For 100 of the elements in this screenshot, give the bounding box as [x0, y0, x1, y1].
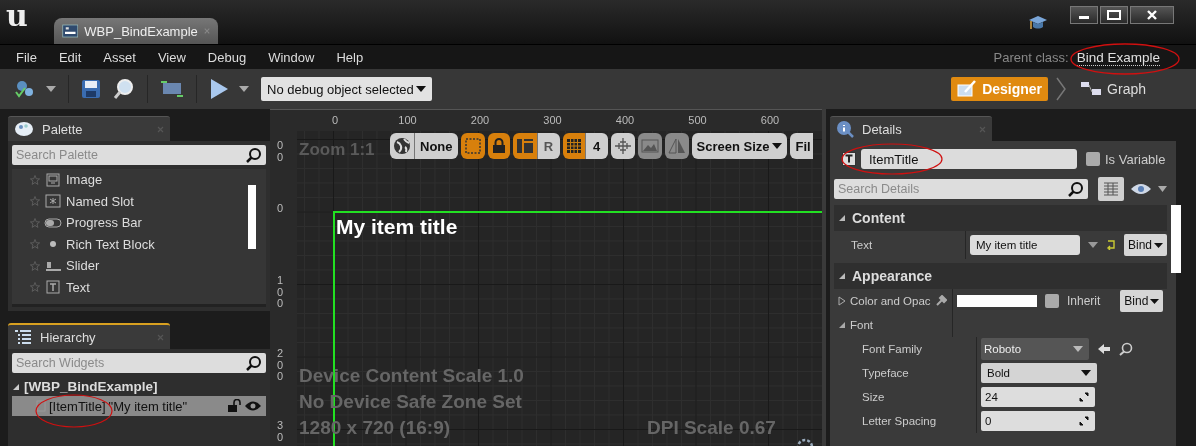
palette-item[interactable]: Slider — [30, 255, 248, 277]
palette-item[interactable]: Image — [30, 169, 248, 191]
star-icon[interactable] — [30, 217, 40, 228]
view-options-button[interactable] — [1098, 177, 1124, 201]
menu-item[interactable]: Help — [336, 49, 364, 65]
close-icon — [1146, 9, 1158, 21]
grid-size-dropdown[interactable]: 4 — [585, 133, 608, 159]
menu-item[interactable]: Debug — [207, 49, 247, 65]
star-icon[interactable] — [30, 196, 40, 207]
search-icon[interactable] — [1119, 342, 1133, 356]
name-field[interactable]: ItemTitle — [861, 149, 1077, 169]
menu-item[interactable]: Edit — [58, 49, 82, 65]
expand-arrow-icon[interactable] — [838, 296, 846, 306]
scrollbar-thumb[interactable] — [248, 185, 256, 249]
widget-text: "My item title" — [108, 398, 188, 414]
outline-toggle[interactable] — [460, 133, 485, 159]
graph-icon — [1080, 81, 1103, 97]
scrollbar-thumb[interactable] — [1171, 205, 1182, 273]
search-field[interactable]: Search Widgets — [12, 353, 266, 373]
palette-tab[interactable]: Palette — [8, 116, 170, 141]
star-icon[interactable] — [30, 260, 40, 271]
menu-item[interactable]: Asset — [103, 49, 136, 65]
expand-arrow-icon[interactable] — [838, 214, 846, 222]
expand-arrow-icon[interactable] — [838, 320, 846, 330]
settings-icon[interactable] — [795, 437, 815, 446]
eye-icon[interactable] — [1130, 183, 1152, 195]
image-icon — [640, 139, 659, 153]
save-icon[interactable] — [81, 79, 101, 99]
dropper-icon[interactable] — [934, 295, 947, 307]
lock-icon — [491, 138, 506, 154]
grid-toggle[interactable] — [562, 133, 586, 159]
expand-arrow-icon[interactable] — [12, 382, 20, 391]
unlocked-icon[interactable] — [227, 399, 241, 413]
palette-item[interactable]: Text — [30, 276, 248, 298]
arrow-left-icon[interactable] — [1097, 343, 1111, 355]
search-icon — [246, 355, 262, 371]
caret-icon[interactable] — [239, 86, 249, 92]
hierarchy-tab[interactable]: Hierarchy — [8, 323, 170, 349]
bind-dropdown[interactable]: Bind — [1124, 234, 1168, 256]
star-icon[interactable] — [30, 239, 40, 250]
move-button[interactable] — [610, 133, 635, 159]
maximize-button[interactable] — [1100, 6, 1128, 24]
world-button[interactable] — [390, 133, 415, 159]
property-label: Size — [862, 391, 885, 403]
flip-icon — [667, 138, 686, 154]
debug-object-dropdown[interactable]: No debug object selected — [261, 77, 432, 101]
search-icon — [246, 147, 262, 163]
section-title[interactable]: Content — [852, 210, 905, 226]
screen-size-dropdown[interactable]: Screen Size — [691, 133, 787, 159]
search-icon[interactable] — [113, 78, 135, 100]
menu-item[interactable]: File — [16, 49, 37, 65]
star-icon[interactable] — [30, 174, 40, 185]
lock-toggle[interactable] — [487, 133, 510, 159]
tree-root-label[interactable]: [WBP_BindExample] — [24, 379, 158, 394]
checkbox[interactable] — [1086, 152, 1100, 166]
mode-tab[interactable]: Graph — [1074, 77, 1152, 101]
flip-button[interactable] — [664, 133, 689, 159]
section-title[interactable]: Appearance — [852, 268, 933, 284]
eye-icon[interactable] — [244, 400, 262, 412]
number-field[interactable]: 0 — [981, 411, 1095, 431]
typeface-dropdown[interactable]: Bold — [981, 363, 1097, 383]
number-field[interactable]: 24 — [981, 387, 1095, 407]
caret-icon[interactable] — [46, 86, 56, 92]
layout-toggle[interactable] — [512, 133, 538, 159]
widget-text[interactable]: My item title — [336, 215, 458, 239]
menu-item[interactable]: Window — [268, 49, 315, 65]
world-space-dropdown[interactable]: None — [415, 133, 458, 159]
palette-item[interactable]: Named Slot — [30, 190, 248, 212]
slot-icon — [45, 194, 61, 209]
dashed-square-icon — [463, 137, 482, 155]
text-field[interactable]: My item title — [970, 235, 1080, 255]
respect-toggle[interactable]: R — [537, 133, 560, 159]
menu-item[interactable]: View — [157, 49, 186, 65]
caret-icon[interactable] — [1158, 186, 1167, 192]
document-tab[interactable]: WBP_BindExample — [53, 18, 218, 44]
details-tab[interactable]: Details — [830, 116, 992, 141]
reset-icon[interactable] — [1106, 240, 1116, 250]
search-field[interactable]: Search Palette — [12, 145, 266, 165]
search-field[interactable]: Search Details — [834, 179, 1088, 199]
image-icon — [46, 172, 60, 187]
tree-item[interactable]: [ItemTitle] "My item title" — [12, 396, 266, 416]
chevron-icon — [1056, 77, 1067, 101]
bind-dropdown[interactable]: Bind — [1120, 290, 1164, 312]
palette-item[interactable]: Progress Bar — [30, 212, 248, 234]
palette-item[interactable]: Rich Text Block — [30, 233, 248, 255]
fill-dropdown[interactable]: Fil — [789, 133, 813, 159]
compile-icon[interactable] — [14, 79, 36, 99]
star-icon[interactable] — [30, 282, 40, 293]
dot-icon — [49, 240, 57, 249]
caret-icon[interactable] — [1088, 242, 1098, 248]
image-button[interactable] — [637, 133, 662, 159]
monitor-icon[interactable] — [160, 81, 184, 97]
ruler-label: 0 — [277, 203, 285, 215]
minimize-button[interactable] — [1070, 6, 1098, 24]
font-family-dropdown[interactable]: Roboto — [981, 338, 1089, 360]
expand-arrow-icon[interactable] — [838, 272, 846, 280]
checkbox[interactable] — [1045, 294, 1059, 308]
play-icon[interactable] — [209, 78, 229, 100]
close-button[interactable] — [1130, 6, 1174, 24]
color-swatch[interactable] — [957, 295, 1037, 307]
